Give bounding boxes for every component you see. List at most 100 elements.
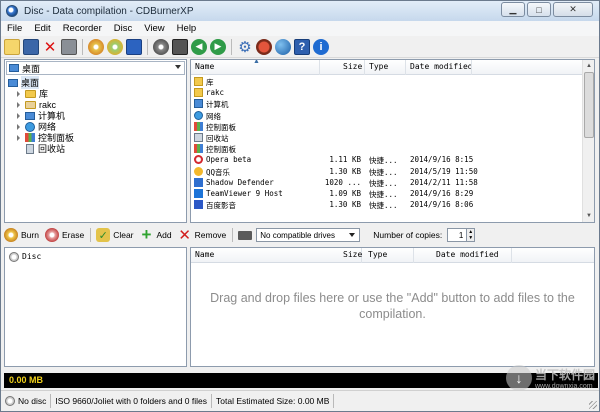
column-size-header[interactable]: Size [343,62,362,71]
menu-help[interactable]: Help [171,23,203,34]
column-separator[interactable] [405,60,406,75]
opera-icon [194,155,203,165]
file-date-cell: 2014/5/19 11:50 [410,166,478,176]
web-update-icon[interactable] [275,38,291,55]
column-separator[interactable] [413,248,414,263]
column-date-header[interactable]: Date modified [410,62,473,71]
settings-gear-icon[interactable]: ⚙ [237,39,253,56]
maximize-button[interactable]: □ [527,2,551,17]
menu-disc[interactable]: Disc [108,23,138,34]
clear-button[interactable]: ✓ Clear [96,228,134,242]
erase-disc-icon[interactable] [153,38,169,55]
file-row[interactable]: 控制面板 [191,143,581,154]
menu-view[interactable]: View [138,23,170,34]
tree-item-recycle-bin[interactable]: 回收站 [25,143,65,154]
computer-icon [194,99,203,109]
column-name-header[interactable]: Name [195,250,214,259]
file-row[interactable]: 计算机 [191,98,581,109]
file-name-cell: rakc [206,88,225,98]
file-row[interactable]: 网络 [191,110,581,121]
app-window: Disc - Data compilation - CDBurnerXP ▁ □… [0,0,600,412]
scroll-up-icon[interactable]: ▲ [584,61,594,71]
file-row[interactable]: 控制面板 [191,121,581,132]
window-title: Disc - Data compilation - CDBurnerXP [24,5,194,17]
drive-icon[interactable] [172,38,188,55]
about-info-icon[interactable]: i [313,38,329,55]
expand-arrow-icon[interactable] [17,123,23,130]
close-window-button[interactable]: ✕ [553,2,593,17]
compilation-root-disc[interactable]: Disc [9,251,41,262]
minimize-button[interactable]: ▁ [501,2,525,17]
expand-arrow-icon[interactable] [17,90,23,97]
go-back-icon[interactable]: ◀ [191,38,207,55]
file-row[interactable]: TeamViewer 9 Host 1.09 KB 快捷... 2014/9/16 8… [191,188,581,199]
delete-icon[interactable]: ✕ [42,39,58,56]
expand-arrow-icon[interactable] [17,101,23,108]
file-row[interactable]: 库 [191,76,581,87]
column-separator[interactable] [319,60,320,75]
compilation-list-header: Name Size Type Date modified [191,248,594,263]
add-button[interactable]: + Add [140,225,172,244]
column-name-header[interactable]: Name [195,62,214,71]
burn-button[interactable]: Burn [4,228,39,242]
remove-x-icon: ✕ [178,227,191,244]
copy-disc-icon[interactable] [107,38,123,55]
stepper-down-icon[interactable]: ▼ [468,235,473,241]
burn-disc-icon[interactable] [88,38,104,55]
file-name-cell: 百度影音 [206,201,236,211]
compilation-list-panel: Name Size Type Date modified Drag and dr… [190,247,595,367]
compilation-tree-panel: Disc [4,247,187,367]
file-browser-list: Name ▲ Size Type Date modified 库 rakc 计算机网… [190,59,595,223]
file-name-cell: Opera beta [206,155,252,165]
file-row[interactable]: 回收站 [191,132,581,143]
new-compilation-icon[interactable] [4,38,20,55]
file-date-cell: 2014/2/11 11:58 [410,177,478,187]
file-size-cell: 1.30 KB [329,200,361,210]
resize-grip[interactable] [589,401,597,409]
print-icon[interactable] [61,38,77,55]
column-type-header[interactable]: Type [369,62,388,71]
file-list-scrollbar[interactable]: ▲ ▼ [582,60,594,222]
drive-select[interactable]: No compatible drives [256,228,361,242]
site-watermark: ↓ 当下软件园 www.downxia.com [505,365,595,391]
remove-button[interactable]: ✕ Remove [178,227,226,244]
tree-item-desktop[interactable]: 桌面 [8,76,40,89]
chevron-down-icon [175,65,181,69]
disc-info-icon[interactable] [126,38,142,55]
column-type-header[interactable]: Type [368,250,387,259]
network-icon [194,110,203,120]
file-list-header: Name ▲ Size Type Date modified [191,60,594,75]
column-separator[interactable] [511,248,512,263]
file-row[interactable]: rakc [191,87,581,98]
expand-arrow-icon[interactable] [17,134,23,141]
no-disc-icon [5,396,15,406]
help-icon[interactable]: ? [294,38,310,55]
scrollbar-thumb[interactable] [584,72,594,138]
file-row[interactable]: QQ音乐 1.30 KB 快捷... 2014/5/19 11:50 [191,166,581,177]
compilation-root-label: Disc [22,252,42,261]
file-date-cell: 2014/9/16 8:06 [410,200,474,210]
column-separator[interactable] [364,60,365,75]
copies-stepper[interactable]: ▲ ▼ [467,228,476,242]
file-row[interactable]: Shadow Defender 1020 ... 快捷... 2014/2/11 11… [191,177,581,188]
expand-arrow-icon[interactable] [17,112,23,119]
scroll-down-icon[interactable]: ▼ [584,211,594,221]
menu-file[interactable]: File [1,23,28,34]
column-separator[interactable] [471,60,472,75]
file-row[interactable]: Opera beta 1.11 KB 快捷... 2014/9/16 8:15 [191,154,581,165]
file-row[interactable]: 百度影音 1.30 KB 快捷... 2014/9/16 8:06 [191,199,581,210]
go-forward-icon[interactable]: ▶ [210,38,226,55]
copies-input[interactable]: 1 [447,228,468,242]
column-size-header[interactable]: Size [343,250,362,259]
erase-button[interactable]: Erase [44,228,84,242]
tree-item-library[interactable]: 库 [17,88,48,99]
recycle-bin-icon [194,133,203,142]
save-icon[interactable] [23,38,39,55]
menu-recorder[interactable]: Recorder [57,23,108,34]
menu-edit[interactable]: Edit [28,23,56,34]
disc-tools-icon[interactable] [256,38,272,55]
location-dropdown[interactable]: 桌面 [6,61,185,75]
burn-icon [4,228,18,242]
column-date-header[interactable]: Date modified [436,250,499,259]
baidu-player-icon [194,200,203,210]
